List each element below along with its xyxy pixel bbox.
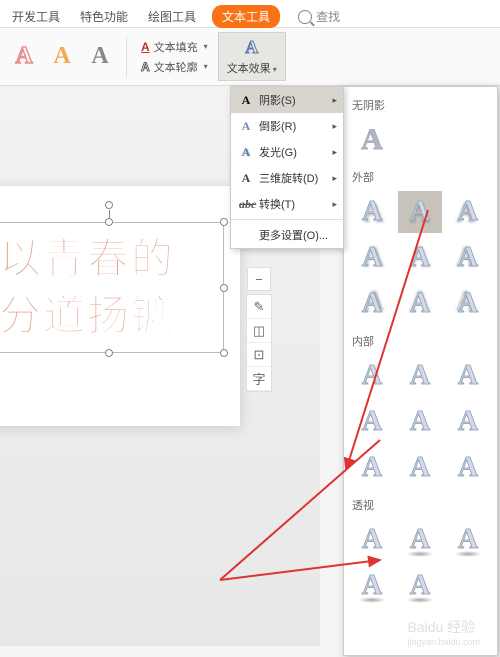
tab-drawing-tools[interactable]: 绘图工具 [144,4,200,29]
submenu-reflection-label: 倒影(R) [259,118,296,134]
resize-handle-tr[interactable] [220,218,228,226]
shadow-gallery: 无阴影 A 外部 A A A A A A A A A 内部 A A A A A … [343,86,498,656]
rotate-3d-icon: A [239,171,253,186]
shadow-outer-4[interactable]: A [350,237,394,279]
submenu-glow-label: 发光(G) [259,144,297,160]
text-fill-button[interactable]: A 文本填充 ▾ [137,38,212,56]
floating-tools: − ✎ ◫ ⊡ 字 [246,294,272,392]
submenu-more-label: 更多设置(O)... [259,227,328,243]
shadow-persp-2[interactable]: A [398,519,442,561]
transform-icon: abc [239,197,253,212]
shadow-outer-6[interactable]: A [446,237,490,279]
shadow-outer-7[interactable]: A [350,283,394,325]
chevron-right-icon: ▸ [332,121,337,132]
shadow-persp-3[interactable]: A [446,519,490,561]
tool-layout-icon[interactable]: ◫ [247,319,271,343]
resize-handle-br[interactable] [220,349,228,357]
chevron-right-icon: ▸ [332,147,337,158]
submenu-3d-label: 三维旋转(D) [259,170,318,186]
text-effect-button[interactable]: A 文本效果▾ [218,32,286,81]
slide-text-line2: 分道扬镳 [0,288,219,345]
shadow-inner-3[interactable]: A [446,355,490,397]
text-fill-outline-group: A 文本填充 ▾ A 文本轮廓 ▾ [137,38,212,76]
shadow-outer-3[interactable]: A [446,191,490,233]
shadow-inner-5[interactable]: A [398,401,442,443]
tool-collapse-icon[interactable]: − [247,267,271,291]
chevron-down-icon: ▾ [273,65,277,74]
watermark-sub: jingyan.baidu.com [407,637,480,647]
shadow-none[interactable]: A [350,119,394,161]
resize-handle-tm[interactable] [105,218,113,226]
shadow-inner-6[interactable]: A [446,401,490,443]
shadow-outer-1[interactable]: A [350,191,394,233]
shadow-outer-9[interactable]: A [446,283,490,325]
tab-features[interactable]: 特色功能 [76,4,132,29]
chevron-right-icon: ▸ [332,173,337,184]
search[interactable]: 查找 [298,8,340,25]
submenu-separator [231,219,343,220]
text-fill-label: 文本填充 [154,39,198,55]
shadow-inner-2[interactable]: A [398,355,442,397]
text-fill-icon: A [141,40,150,54]
shadow-persp-5[interactable]: A [398,565,442,607]
shadow-inner-1[interactable]: A [350,355,394,397]
resize-handle-mr[interactable] [220,284,228,292]
chevron-right-icon: ▸ [332,199,337,210]
toolbar: A A A A 文本填充 ▾ A 文本轮廓 ▾ A 文本效果▾ [0,28,500,86]
watermark-main: Baidu 经验 [407,619,475,635]
submenu-3d-rotation[interactable]: A 三维旋转(D) ▸ [231,165,343,191]
reflection-icon: A [239,119,253,134]
slide-text-line1: 以青春的 [0,231,219,288]
tool-pen-icon[interactable]: ✎ [247,295,271,319]
chevron-down-icon: ▾ [204,42,208,51]
shadow-inner-8[interactable]: A [398,447,442,489]
slide: 以青春的 分道扬镳 [0,186,240,426]
section-no-shadow: 无阴影 [352,97,491,113]
text-effect-label: 文本效果 [227,63,271,75]
shadow-inner-9[interactable]: A [446,447,490,489]
shadow-inner-4[interactable]: A [350,401,394,443]
text-effect-icon: A [245,37,258,58]
text-outline-label: 文本轮廓 [154,59,198,75]
section-outer: 外部 [352,169,491,185]
tab-dev-tools[interactable]: 开发工具 [8,4,64,29]
glow-icon: A [239,145,253,160]
submenu-transform[interactable]: abc 转换(T) ▸ [231,191,343,217]
shadow-icon: A [239,93,253,108]
text-outline-icon: A [141,60,150,74]
wordart-style-1[interactable]: A [8,41,40,73]
shadow-outer-2[interactable]: A [398,191,442,233]
tool-char-icon[interactable]: 字 [247,367,271,391]
search-icon [298,10,312,24]
submenu-glow[interactable]: A 发光(G) ▸ [231,139,343,165]
tab-text-tools[interactable]: 文本工具 [212,5,280,28]
watermark: Baidu 经验 jingyan.baidu.com [407,617,480,647]
toolbar-divider [126,37,127,77]
resize-handle-bm[interactable] [105,349,113,357]
wordart-style-2[interactable]: A [46,41,78,73]
submenu-transform-label: 转换(T) [259,196,295,212]
chevron-right-icon: ▸ [332,95,337,106]
submenu-shadow-label: 阴影(S) [259,92,296,108]
shadow-inner-7[interactable]: A [350,447,394,489]
submenu-reflection[interactable]: A 倒影(R) ▸ [231,113,343,139]
shadow-persp-4[interactable]: A [350,565,394,607]
shadow-persp-1[interactable]: A [350,519,394,561]
submenu-shadow[interactable]: A 阴影(S) ▸ [231,87,343,113]
shadow-outer-5[interactable]: A [398,237,442,279]
text-outline-button[interactable]: A 文本轮廓 ▾ [137,58,212,76]
text-box[interactable]: 以青春的 分道扬镳 [0,222,224,353]
chevron-down-icon: ▾ [204,62,208,71]
wordart-style-3[interactable]: A [84,41,116,73]
tool-box-icon[interactable]: ⊡ [247,343,271,367]
ribbon-tabs: 开发工具 特色功能 绘图工具 文本工具 查找 [0,0,500,28]
shadow-outer-8[interactable]: A [398,283,442,325]
submenu-more-settings[interactable]: 更多设置(O)... [231,222,343,248]
rotate-handle[interactable] [105,201,113,209]
section-inner: 内部 [352,333,491,349]
search-label: 查找 [316,8,340,25]
section-perspective: 透视 [352,497,491,513]
text-effect-submenu: A 阴影(S) ▸ A 倒影(R) ▸ A 发光(G) ▸ A 三维旋转(D) … [230,86,344,249]
